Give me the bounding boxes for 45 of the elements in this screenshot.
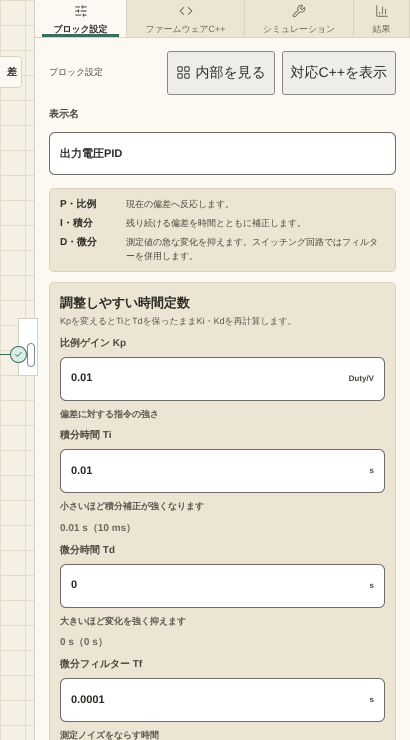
- number-input[interactable]: 0.0001 s: [60, 678, 385, 722]
- tab[interactable]: ブロック設定: [35, 0, 127, 36]
- diagram-node[interactable]: 差: [0, 56, 22, 88]
- name-input[interactable]: 出力電圧PID: [49, 132, 396, 174]
- action-button[interactable]: 内部を見る: [166, 50, 275, 94]
- code-icon: [178, 4, 192, 18]
- field-label: 比例ゲイン Kp: [60, 336, 128, 350]
- field-hint: 大きいほど変化を強く抑えます: [60, 614, 187, 628]
- legend-description: 測定値の急な変化を抑えます。スイッチング回路ではフィルターを併用します。: [126, 236, 379, 262]
- field-hint: 偏差に対する指令の強さ: [60, 408, 160, 421]
- tab[interactable]: 結果: [354, 0, 410, 36]
- check-icon: [10, 346, 27, 363]
- section-title: ブロック設定: [49, 66, 104, 79]
- unit-label: s: [370, 580, 374, 592]
- field-label: 表示名: [49, 108, 80, 122]
- sliders-icon: [74, 4, 88, 18]
- connector-line: [0, 354, 10, 355]
- grid-icon: [176, 65, 191, 80]
- tab[interactable]: シミュレーション: [245, 0, 354, 36]
- number-input[interactable]: 0.01 s: [60, 449, 385, 493]
- port-box: [27, 343, 35, 367]
- wrench-icon: [292, 4, 306, 18]
- legend-term: D・微分: [60, 236, 98, 250]
- field-reading: 0 s（0 s）: [60, 636, 109, 650]
- legend-description: 残り続ける偏差を時間とともに補正します。: [126, 216, 306, 230]
- legend-term: P・比例: [60, 198, 98, 212]
- number-input[interactable]: 0.01 Duty/V: [60, 356, 385, 400]
- unit-label: s: [370, 465, 374, 477]
- tab[interactable]: ファームウェアC++: [127, 0, 245, 36]
- legend-description: 現在の偏差へ反応します。: [126, 198, 234, 210]
- field-label: 微分フィルター Tf: [60, 658, 144, 672]
- field-label: 微分時間 Td: [60, 544, 116, 558]
- action-button[interactable]: 対応C++を表示: [282, 50, 396, 94]
- field-reading: 0.01 s（10 ms）: [60, 522, 138, 536]
- field-hint: 測定ノイズをならす時間: [60, 729, 160, 740]
- bar-chart-icon: [374, 4, 388, 18]
- field-label: 積分時間 Ti: [60, 428, 112, 443]
- node-label: 差: [7, 66, 17, 80]
- unit-label: s: [370, 694, 374, 706]
- unit-label: Duty/V: [348, 372, 374, 384]
- field-hint: 小さいほど積分補正が強くなります: [60, 500, 205, 513]
- panel-title: 調整しやすい時間定数: [60, 294, 191, 312]
- panel-subtitle: Kpを変えるとTiとTdを保ったままKi・Kdを再計算します。: [60, 315, 298, 328]
- number-input[interactable]: 0 s: [60, 564, 385, 608]
- legend-term: I・積分: [60, 216, 94, 230]
